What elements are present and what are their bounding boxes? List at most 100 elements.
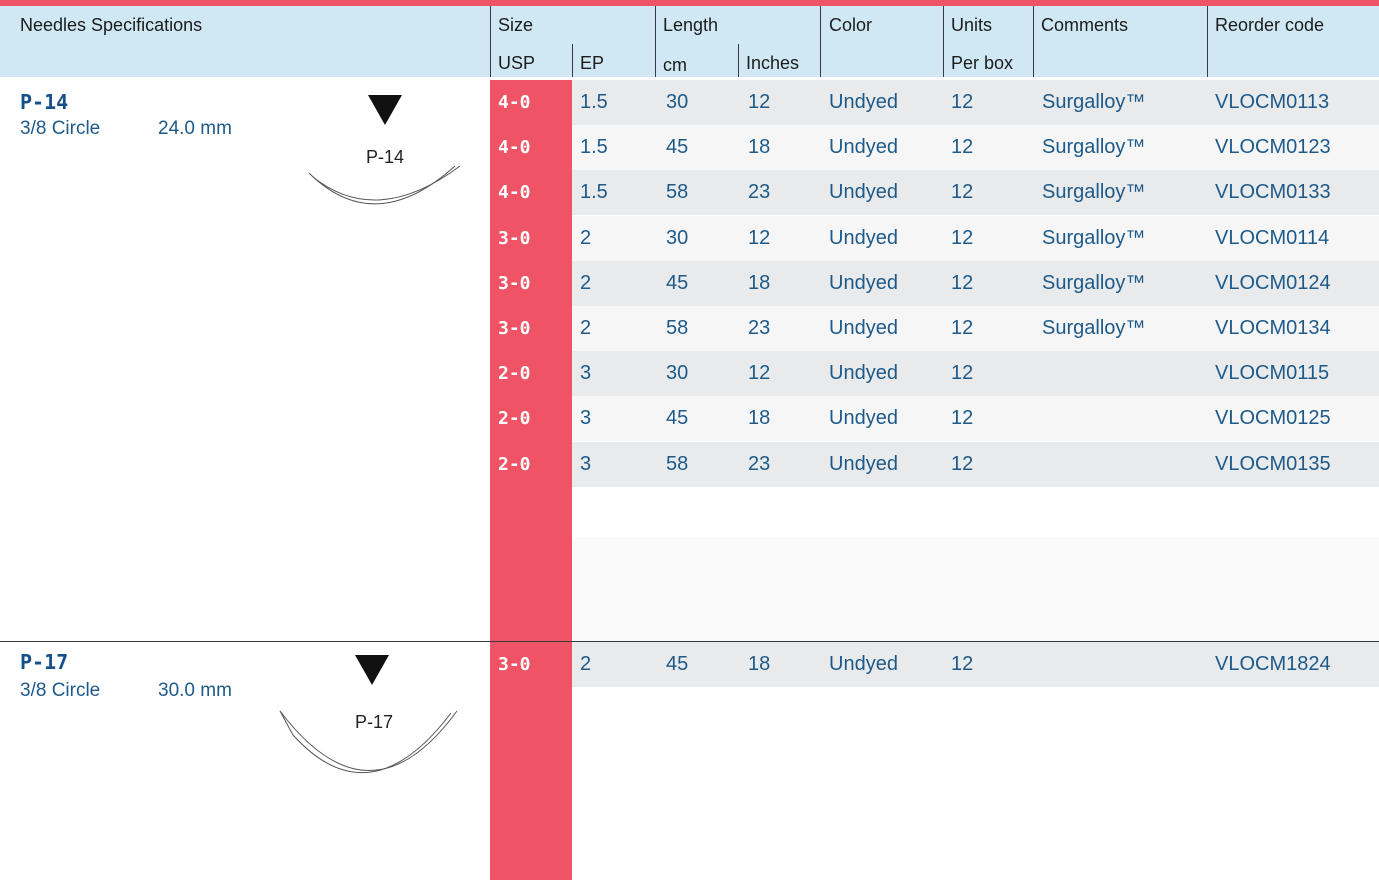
cell-ep: 3	[580, 362, 592, 385]
table-row: 2-0 3 58 23 Undyed 12 VLOCM0135	[490, 441, 1379, 487]
cell-cm: 45	[666, 407, 689, 430]
section-empty-fill	[572, 537, 1379, 641]
cell-color: Undyed	[829, 407, 898, 430]
cell-inches: 18	[748, 407, 771, 430]
needle-spec: 3/8 Circle 24.0 mm	[20, 118, 232, 140]
header-inches: Inches	[746, 53, 800, 73]
header-divider	[738, 44, 739, 77]
cell-cm: 30	[666, 91, 689, 113]
needle-curve-icon	[279, 710, 458, 774]
header-color: Color	[829, 15, 873, 35]
cell-reorder-code: VLOCM0134	[1215, 317, 1331, 339]
cell-color: Undyed	[829, 362, 898, 385]
cell-color: Undyed	[829, 136, 898, 159]
table-row: 4-0 1.5 58 23 Undyed 12 Surgalloy™ VLOCM0133	[490, 170, 1379, 216]
cell-usp: 4-0	[490, 170, 572, 216]
cell-reorder-code: VLOCM0125	[1215, 407, 1331, 430]
cell-reorder-code: VLOCM1824	[1215, 653, 1331, 675]
cell-units: 12	[951, 452, 974, 475]
cell-units: 12	[951, 407, 974, 430]
cell-cm: 45	[666, 271, 689, 294]
cell-reorder-code: VLOCM0133	[1215, 181, 1331, 204]
cell-reorder-code: VLOCM0123	[1215, 136, 1331, 159]
cell-inches: 12	[748, 362, 771, 385]
table-row: 2-0 3 45 18 Undyed 12 VLOCM0125	[490, 396, 1379, 442]
header-per-box: Per box	[951, 53, 1014, 73]
cell-units: 12	[951, 181, 974, 204]
cell-comments: Surgalloy™	[1042, 271, 1146, 294]
cell-usp: 3-0	[490, 260, 572, 306]
cell-color: Undyed	[829, 181, 898, 204]
table-row: 3-0 2 45 18 Undyed 12 VLOCM1824	[490, 642, 1379, 687]
cell-inches: 23	[748, 317, 771, 339]
cell-ep: 2	[580, 317, 592, 339]
cell-ep: 2	[580, 653, 592, 675]
header-divider	[655, 6, 656, 77]
header-reorder-code: Reorder code	[1215, 15, 1325, 35]
cell-ep: 1.5	[580, 181, 608, 204]
needle-length: 24.0 mm	[158, 118, 232, 139]
header-size: Size	[498, 15, 534, 35]
cell-inches: 23	[748, 181, 771, 204]
cell-ep: 2	[580, 226, 592, 249]
cell-usp: 3-0	[490, 215, 572, 261]
table-row: 4-0 1.5 30 12 Undyed 12 Surgalloy™ VLOCM0113	[490, 80, 1379, 125]
cell-comments: Surgalloy™	[1042, 181, 1146, 204]
cell-ep: 3	[580, 407, 592, 430]
cell-comments: Surgalloy™	[1042, 136, 1146, 159]
cell-units: 12	[951, 136, 974, 159]
cell-units: 12	[951, 226, 974, 249]
cell-inches: 18	[748, 271, 771, 294]
header-cm: cm	[663, 55, 687, 75]
table-row: 4-0 1.5 45 18 Undyed 12 Surgalloy™ VLOCM0123	[490, 125, 1379, 171]
cell-color: Undyed	[829, 452, 898, 475]
cell-usp: 2-0	[490, 396, 572, 442]
cell-inches: 12	[748, 226, 771, 249]
cell-inches: 18	[748, 136, 771, 159]
cell-ep: 1.5	[580, 91, 608, 113]
cell-comments: Surgalloy™	[1042, 91, 1146, 113]
cell-ep: 2	[580, 271, 592, 294]
needle-triangle-icon	[355, 655, 389, 685]
header-divider	[572, 44, 573, 77]
cell-reorder-code: VLOCM0115	[1215, 362, 1330, 385]
table-row: 3-0 2 58 23 Undyed 12 Surgalloy™ VLOCM0134	[490, 306, 1379, 351]
cell-units: 12	[951, 91, 974, 113]
needle-triangle-icon	[368, 95, 402, 125]
cell-usp: 4-0	[490, 125, 572, 171]
table-row: 3-0 2 45 18 Undyed 12 Surgalloy™ VLOCM0124	[490, 260, 1379, 306]
cell-ep: 1.5	[580, 136, 608, 159]
cell-usp: 3-0	[490, 306, 572, 351]
needle-spec: 3/8 Circle 30.0 mm	[20, 680, 232, 702]
cell-cm: 58	[666, 452, 689, 475]
cell-reorder-code: VLOCM0135	[1215, 452, 1331, 475]
cell-reorder-code: VLOCM0114	[1215, 226, 1330, 249]
header-needles-specifications: Needles Specifications	[20, 15, 203, 35]
header-divider	[1207, 6, 1208, 77]
cell-comments: Surgalloy™	[1042, 226, 1146, 249]
cell-color: Undyed	[829, 91, 898, 113]
cell-usp: 2-0	[490, 441, 572, 487]
cell-color: Undyed	[829, 317, 898, 339]
header-divider	[943, 6, 944, 77]
cell-units: 12	[951, 362, 974, 385]
cell-color: Undyed	[829, 271, 898, 294]
cell-usp: 4-0	[490, 80, 572, 125]
cell-color: Undyed	[829, 226, 898, 249]
cell-cm: 30	[666, 362, 689, 385]
header-usp: USP	[498, 53, 536, 73]
needle-length: 30.0 mm	[158, 680, 232, 701]
needle-name: P-17	[20, 650, 69, 674]
cell-usp: 2-0	[490, 351, 572, 397]
cell-reorder-code: VLOCM0113	[1215, 91, 1330, 113]
cell-usp: 3-0	[490, 642, 572, 687]
header-divider	[490, 6, 491, 77]
cell-cm: 30	[666, 226, 689, 249]
header-divider	[820, 6, 821, 77]
header-ep: EP	[580, 53, 605, 73]
cell-cm: 58	[666, 317, 689, 339]
cell-comments: Surgalloy™	[1042, 317, 1146, 339]
header-divider	[1033, 6, 1034, 77]
cell-ep: 3	[580, 452, 592, 475]
header-length: Length	[663, 15, 719, 35]
